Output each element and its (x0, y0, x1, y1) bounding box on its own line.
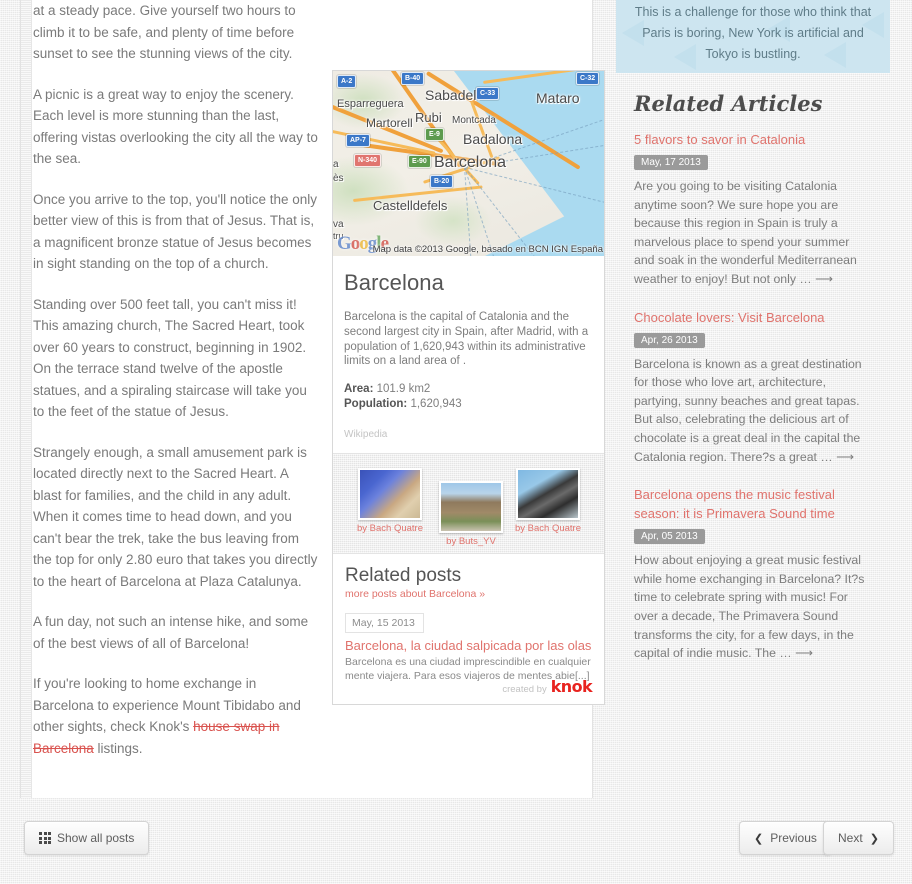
related-article-excerpt: Are you going to be visiting Catalonia a… (634, 179, 857, 286)
photo-attribution: by Buts_YV (446, 536, 496, 548)
photo-strip: by Bach Quatre by Buts_YV by Bach Quatre (333, 454, 604, 555)
city-fact-population: Population: 1,620,943 (344, 397, 593, 412)
map-city-label: va (333, 219, 344, 230)
city-info-section: Barcelona Barcelona is the capital of Ca… (333, 256, 604, 455)
next-label: Next (838, 831, 863, 845)
related-article-excerpt: Barcelona is known as a great destinatio… (634, 356, 862, 464)
photo-item[interactable]: by Bach Quatre (353, 468, 427, 535)
article-paragraph: Once you arrive to the top, you'll notic… (33, 191, 317, 272)
related-article-excerpt: How about enjoying a great music festiva… (634, 553, 865, 661)
photo-item[interactable]: by Bach Quatre (511, 468, 585, 535)
map-road-shield: N-340 (354, 154, 382, 167)
knok-brand-logo: knok (550, 677, 593, 697)
more-posts-link[interactable]: more posts about Barcelona » (345, 588, 592, 600)
related-post-title-link[interactable]: Barcelona, la ciudad salpicada por las o… (345, 638, 592, 654)
map-city-label: ès (333, 173, 344, 184)
fact-value: 101.9 km2 (376, 383, 431, 396)
list-item: Barcelona opens the music festival seaso… (634, 485, 870, 663)
sidebar: This is a challenge for those who think … (616, 0, 890, 682)
map-city-label: Martorell (366, 116, 413, 130)
article-paragraph: at a steady pace. Give yourself two hour… (33, 3, 296, 61)
map-road-shield: C-32 (576, 72, 600, 85)
article-text-column: at a steady pace. Give yourself two hour… (33, 0, 318, 778)
chevron-left-icon: ❮ (754, 832, 764, 845)
article-paragraph-final: If you're looking to home exchange in Ba… (33, 673, 318, 759)
map-city-label: Esparreguera (337, 98, 404, 110)
show-all-posts-button[interactable]: Show all posts (24, 821, 150, 855)
related-article-title-link[interactable]: Chocolate lovers: Visit Barcelona (634, 308, 870, 327)
article-left-gutter (21, 0, 32, 798)
related-posts-title: Related posts (345, 565, 462, 587)
show-all-posts-label: Show all posts (57, 831, 135, 845)
map-city-label: Mataro (536, 90, 580, 106)
photo-item[interactable]: by Buts_YV (434, 481, 508, 548)
map-road-shield: A-2 (337, 75, 357, 88)
list-item: Chocolate lovers: Visit Barcelona Apr, 2… (634, 308, 870, 467)
map-canvas[interactable]: Esparreguera Sabadell Mataro Rubi Montcada Ma… (333, 71, 604, 256)
status-badge: Apr, 05 2013 (634, 529, 705, 545)
article-panel: at a steady pace. Give yourself two hour… (20, 0, 605, 798)
photo-thumbnail[interactable] (439, 481, 503, 534)
map-attribution: Map data ©2013 Google, basado en BCN IGN… (372, 244, 603, 255)
fact-label: Area: (344, 383, 374, 396)
photo-thumbnail[interactable] (516, 468, 580, 521)
article-paragraph: Standing over 500 feet tall, you can't m… (33, 296, 307, 420)
knok-city-widget: Esparreguera Sabadell Mataro Rubi Montcada Ma… (332, 70, 605, 706)
map-road-shield: B-20 (430, 175, 454, 188)
widget-related-posts: Related posts more posts about Barcelona… (333, 554, 604, 704)
created-by-label: created by (502, 684, 547, 696)
article-paragraph: A picnic is a great way to enjoy the sce… (33, 86, 318, 167)
map-city-label: Badalona (463, 131, 523, 147)
map-road-shield: C-33 (476, 87, 500, 100)
list-item: 5 flavors to savor in Catalonia May, 17 … (634, 130, 870, 289)
grid-icon (39, 832, 51, 844)
map-road-shield: E-9 (425, 128, 444, 141)
fact-label: Population: (344, 397, 408, 410)
map-city-label: a (333, 159, 339, 170)
fact-value: 1,620,943 (410, 397, 462, 410)
status-badge: Apr, 26 2013 (634, 332, 705, 348)
map-city-label: Castelldefels (373, 198, 448, 213)
related-article-title-link[interactable]: 5 flavors to savor in Catalonia (634, 130, 870, 149)
previous-button[interactable]: ❮ Previous (739, 821, 832, 855)
next-button[interactable]: Next ❯ (823, 821, 894, 855)
city-fact-area: Area: 101.9 km2 (344, 382, 593, 397)
paragraph-text-after: listings. (93, 740, 143, 756)
city-description: Barcelona is the capital of Catalonia an… (344, 311, 589, 368)
map-road-shield: B-40 (401, 72, 425, 85)
related-articles-heading: Related Articles (634, 91, 823, 116)
city-name: Barcelona (344, 270, 444, 295)
photo-thumbnail[interactable] (358, 468, 422, 521)
callout-box: This is a challenge for those who think … (616, 0, 890, 73)
map-city-label: Montcada (452, 115, 496, 126)
related-article-title-link[interactable]: Barcelona opens the music festival seaso… (634, 485, 870, 523)
photo-attribution: by Bach Quatre (514, 523, 581, 535)
chevron-right-icon: ❯ (869, 832, 879, 845)
map-city-label: Barcelona (434, 154, 507, 171)
status-badge: May, 17 2013 (634, 155, 708, 170)
article-paragraph: A fun day, not such an intense hike, and… (33, 614, 309, 651)
photo-attribution: by Bach Quatre (356, 523, 423, 535)
map-road-shield: E-90 (408, 155, 431, 168)
callout-text: This is a challenge for those who think … (634, 5, 872, 61)
widget-footer-credit: created by knok (502, 677, 592, 696)
map-city-label: Rubi (415, 110, 442, 125)
wikipedia-credit: Wikipedia (344, 429, 388, 441)
previous-label: Previous (770, 831, 817, 845)
related-post-date-badge: May, 15 2013 (345, 613, 424, 634)
map-city-label: Sabadell (425, 87, 480, 103)
article-paragraph: Strangely enough, a small amusement park… (33, 444, 318, 589)
map-road-shield: AP-7 (346, 134, 370, 147)
